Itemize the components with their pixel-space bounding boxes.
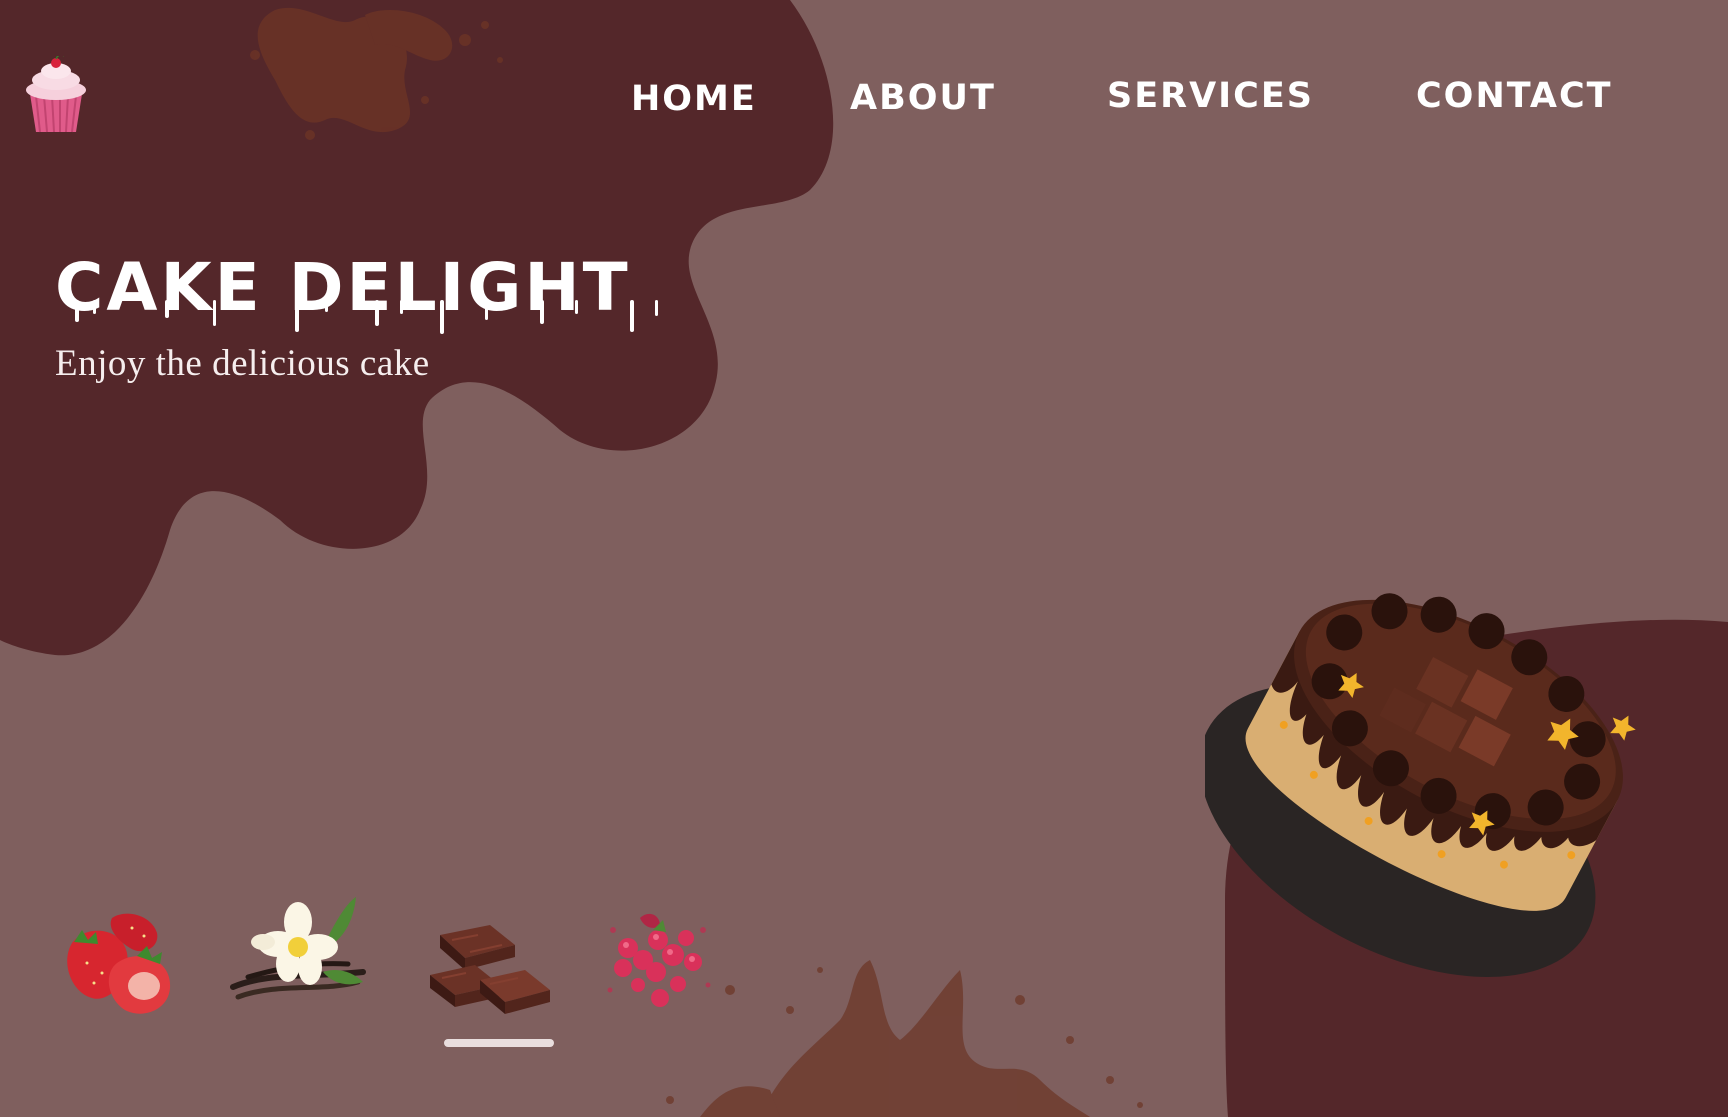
chocolate-pieces-icon[interactable]	[420, 910, 560, 1030]
chocolate-splash-bottom	[666, 960, 1143, 1117]
nav-contact-link[interactable]: CONTACT	[1416, 79, 1613, 114]
nav-home-link[interactable]: HOME	[631, 82, 757, 117]
carousel-indicator[interactable]	[444, 1039, 554, 1047]
nav-about-link[interactable]: ABOUT	[850, 81, 996, 116]
chocolate-cake-image	[1205, 593, 1636, 977]
cupcake-icon[interactable]	[22, 56, 90, 134]
strawberry-icon[interactable]	[52, 908, 192, 1028]
vanilla-flower-icon[interactable]	[228, 892, 368, 1012]
nav-services-link[interactable]: SERVICES	[1107, 79, 1314, 114]
icing-drips	[75, 300, 658, 334]
chocolate-splash-top	[250, 7, 503, 140]
hero-subtitle: Enjoy the delicious cake	[55, 343, 430, 384]
